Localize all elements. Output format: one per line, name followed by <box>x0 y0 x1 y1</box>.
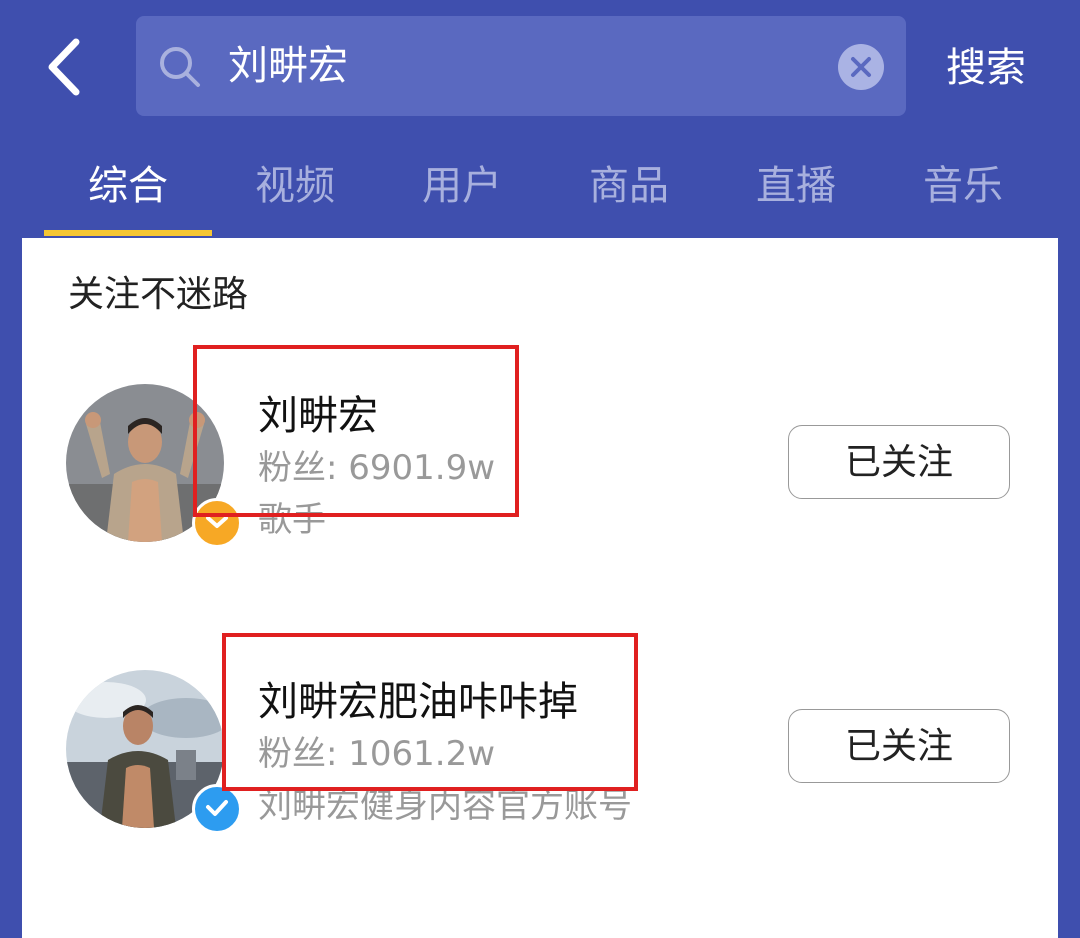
section-title: 关注不迷路 <box>68 274 249 315</box>
results-panel: 关注不迷路 刘畊宏 粉丝: 6901.9w 歌手 已关注 刘畊宏肥油咔咔掉 粉丝… <box>22 238 1058 938</box>
top-bar: 刘畊宏 搜索 综合 视频 用户 商品 直播 音乐 <box>0 0 1080 238</box>
search-button[interactable]: 搜索 <box>946 40 1026 96</box>
active-tab-indicator <box>44 230 212 236</box>
user-card[interactable]: 刘畊宏 粉丝: 6901.9w 歌手 已关注 <box>22 378 1058 578</box>
tab-music[interactable]: 音乐 <box>879 158 1047 214</box>
search-icon <box>160 47 200 87</box>
follow-button[interactable]: 已关注 <box>788 709 1010 783</box>
tab-live[interactable]: 直播 <box>712 158 880 214</box>
clear-button[interactable] <box>838 44 884 90</box>
tab-comprehensive[interactable]: 综合 <box>44 158 212 214</box>
verified-badge-icon <box>192 784 242 834</box>
tab-users[interactable]: 用户 <box>378 158 546 214</box>
back-arrow-icon[interactable] <box>36 34 96 100</box>
follow-button[interactable]: 已关注 <box>788 425 1010 499</box>
tab-videos[interactable]: 视频 <box>211 158 379 214</box>
search-box[interactable]: 刘畊宏 <box>136 16 906 116</box>
highlight-box <box>222 633 638 791</box>
tab-products[interactable]: 商品 <box>545 158 713 214</box>
highlight-box <box>193 345 519 517</box>
close-icon <box>851 57 871 77</box>
tab-bar: 综合 视频 用户 商品 直播 音乐 <box>0 150 1080 238</box>
search-input[interactable]: 刘畊宏 <box>228 38 348 94</box>
